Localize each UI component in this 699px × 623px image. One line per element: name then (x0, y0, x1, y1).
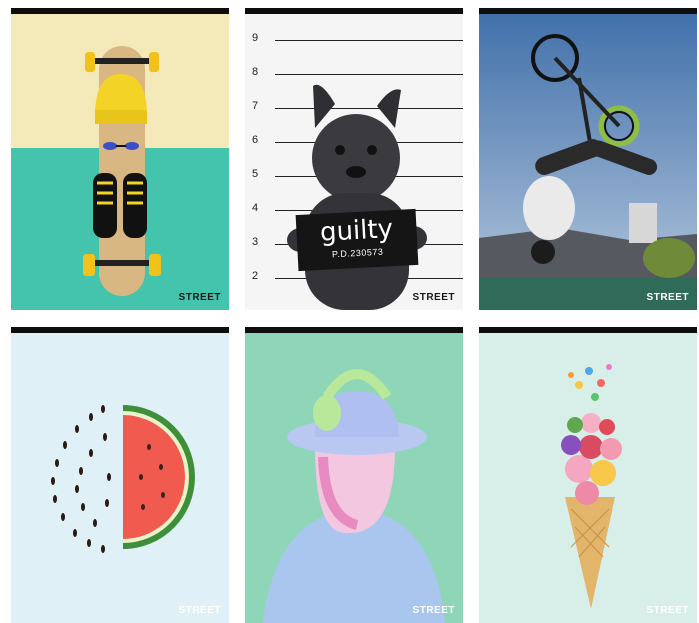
brand-logo: STREET (412, 605, 455, 616)
cover-headphones[interactable]: STREET (245, 327, 463, 623)
cover-bmx[interactable]: STREET (479, 8, 697, 310)
sign-text: guilty (319, 214, 394, 248)
brand-logo: STREET (646, 292, 689, 303)
top-bar (11, 8, 229, 14)
headphones-image (245, 327, 463, 623)
bmx-image (479, 8, 697, 310)
top-bar (479, 8, 697, 14)
cover-dog-mugshot[interactable]: 9 8 7 6 5 4 3 2 guilty P.D.230573 STREET (245, 8, 463, 310)
cover-flower-cone[interactable]: STREET (479, 327, 697, 623)
top-bar (479, 327, 697, 333)
mugshot-sign: guilty P.D.230573 (295, 208, 419, 272)
brand-logo: STREET (178, 605, 221, 616)
flower-cone-image (479, 327, 697, 623)
cover-skateboard[interactable]: STREET (11, 8, 229, 310)
brand-logo: STREET (412, 292, 455, 303)
brand-logo: STREET (178, 292, 221, 303)
brand-logo: STREET (646, 605, 689, 616)
top-bar (245, 8, 463, 14)
cover-watermelon[interactable]: STREET (11, 327, 229, 623)
top-bar (11, 327, 229, 333)
skateboard-image (11, 8, 229, 310)
watermelon-image (11, 327, 229, 623)
top-bar (245, 327, 463, 333)
